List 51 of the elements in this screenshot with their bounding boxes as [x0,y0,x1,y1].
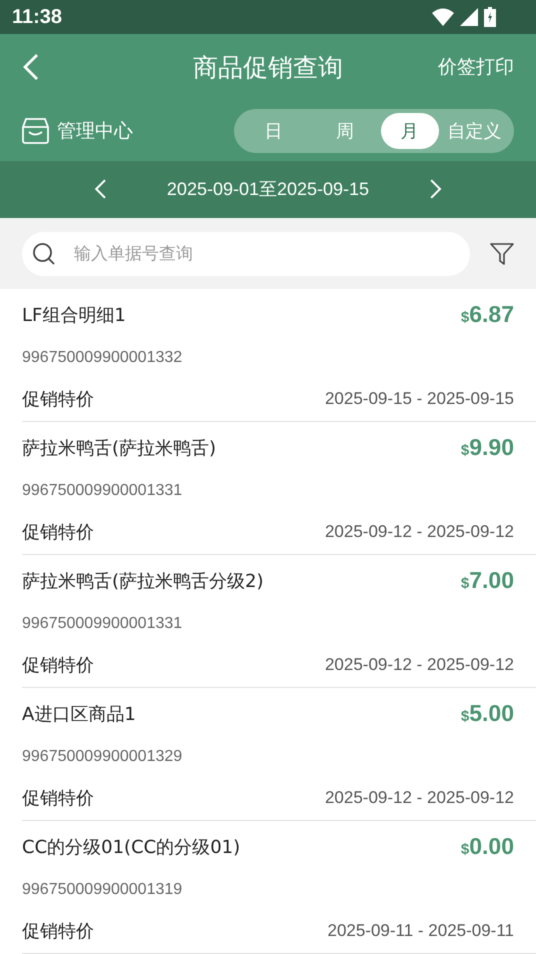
document-number: 996750009900001329 [22,748,182,766]
product-name: 萨拉米鸭舌(萨拉米鸭舌分级2) [22,570,264,592]
search-field[interactable]: 输入单据号查询 [22,232,470,276]
currency-symbol: $ [460,708,470,725]
promotion-item[interactable]: LF组合明细1 $6.87 996750009900001332 促销特价 2025-09-15 - 2025-09-15 [22,289,536,422]
store-name[interactable]: 管理中心 [57,118,133,144]
wifi-icon [432,8,454,26]
clock: 11:38 [12,6,62,29]
document-number: 996750009900001331 [22,614,182,632]
date-range: 2025-09-01至2025-09-15 [166,178,370,202]
promotion-type: 促销特价 [22,787,94,810]
document-number: 996750009900001331 [22,482,182,500]
promotion-price: 0.00 [469,833,514,860]
promotion-price: 6.87 [469,301,514,328]
promotion-period: 2025-09-12 - 2025-09-12 [324,788,514,808]
store-icon [22,117,49,144]
promotion-type: 促销特价 [22,920,94,943]
promotion-type: 促销特价 [22,388,94,411]
product-name: A进口区商品1 [22,702,136,726]
promotion-period: 2025-09-12 - 2025-09-12 [324,655,514,675]
product-name: LF组合明细1 [22,304,126,326]
promotion-price: 7.00 [469,567,514,594]
currency-symbol: $ [460,309,470,326]
search-icon [32,242,56,266]
next-icon[interactable] [429,178,442,200]
promotion-item[interactable]: A进口区商品1 $5.00 996750009900001329 促销特价 2025-09-12 - 2025-09-12 [22,688,536,821]
promotion-price: 5.00 [469,700,514,727]
currency-symbol: $ [460,575,470,592]
document-number: 996750009900001319 [22,880,182,898]
promotion-item[interactable]: CC的分级01(CC的分级01) $0.00 996750009900001319 促销特价 2025-09-11 - 2025-09-11 [22,821,536,954]
currency-symbol: $ [460,841,470,858]
product-name: CC的分级01(CC的分级01) [22,836,240,858]
battery-icon [484,7,496,28]
back-icon[interactable] [22,52,40,82]
period-tab[interactable]: 月 [380,112,439,149]
promotion-period: 2025-09-15 - 2025-09-15 [324,389,514,409]
previous-icon[interactable] [94,178,107,200]
filter-icon[interactable] [490,242,514,266]
promotion-period: 2025-09-12 - 2025-09-12 [324,522,514,542]
promotion-period: 2025-09-11 - 2025-09-11 [327,921,514,941]
signal-icon [460,8,478,26]
currency-symbol: $ [460,442,470,459]
product-name: 萨拉米鸭舌(萨拉米鸭舌) [22,436,216,460]
promotion-type: 促销特价 [22,521,94,544]
page-title: 商品促销查询 [193,52,343,84]
promotion-item[interactable]: 萨拉米鸭舌(萨拉米鸭舌分级2) $7.00 996750009900001331 促销特价 2025-09-12 - 2025-09-12 [22,555,536,688]
promotion-type: 促销特价 [22,654,94,677]
document-number: 996750009900001332 [22,348,182,366]
promotion-item[interactable]: 萨拉米鸭舌(萨拉米鸭舌) $9.90 996750009900001331 促销特价 2025-09-12 - 2025-09-12 [22,422,536,555]
print-label-link[interactable]: 价签打印 [438,54,514,80]
promotion-price: 9.90 [469,434,514,461]
